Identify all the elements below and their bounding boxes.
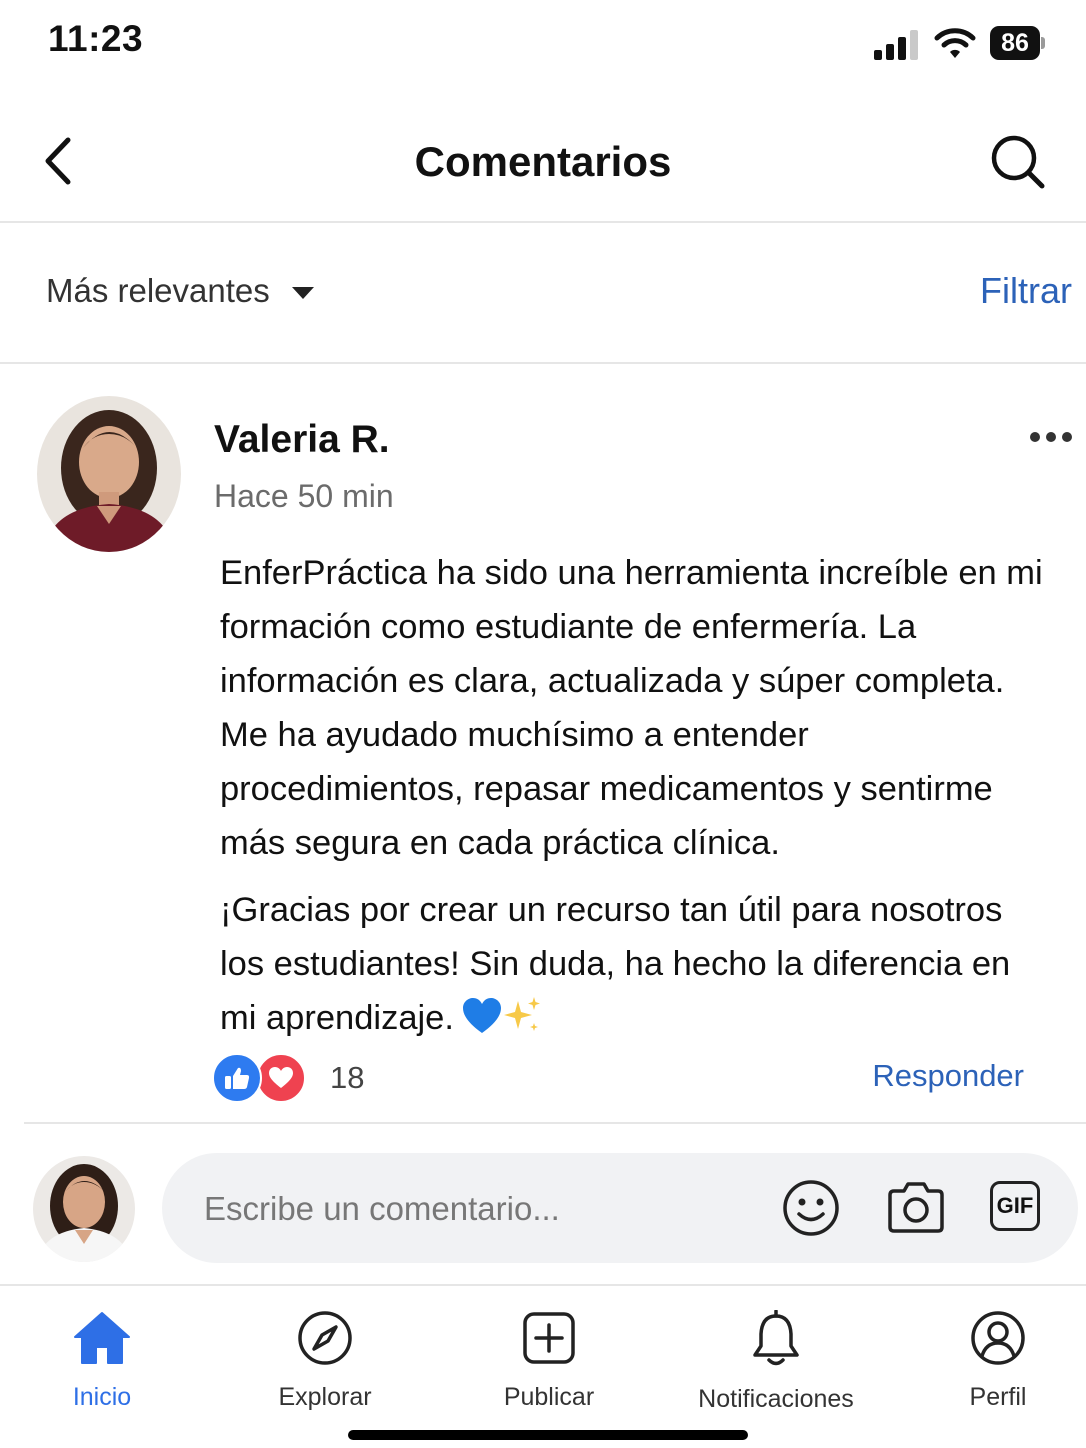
- author-avatar[interactable]: [37, 396, 181, 552]
- comment-body-paragraph-1: EnferPráctica ha sido una herramienta in…: [220, 554, 1043, 862]
- cellular-signal-icon: [874, 30, 918, 60]
- reply-button[interactable]: Responder: [872, 1058, 1024, 1094]
- page-title: Comentarios: [414, 138, 672, 185]
- compass-icon: [298, 1311, 352, 1365]
- filter-button[interactable]: Filtrar: [980, 270, 1072, 312]
- add-post-icon: [523, 1312, 575, 1364]
- like-reaction-icon: [212, 1053, 262, 1103]
- search-icon[interactable]: [990, 134, 1046, 190]
- reactions-summary[interactable]: 18: [212, 1053, 364, 1103]
- sort-divider: [0, 362, 1086, 364]
- tab-explorar[interactable]: Explorar: [225, 1310, 425, 1412]
- tab-label: Inicio: [72, 1383, 132, 1411]
- home-icon: [74, 1312, 130, 1364]
- profile-icon: [971, 1311, 1025, 1365]
- comment-timestamp: Hace 50 min: [214, 478, 394, 514]
- sort-label: Más relevantes: [46, 272, 270, 309]
- caret-down-icon: [291, 287, 314, 299]
- status-time: 11:23: [48, 18, 144, 59]
- tab-label: Publicar: [503, 1383, 595, 1411]
- sort-dropdown[interactable]: Más relevantes: [46, 272, 314, 310]
- tab-label: Explorar: [278, 1383, 372, 1411]
- comment-input[interactable]: [202, 1153, 766, 1265]
- comment-body-paragraph-2-text: ¡Gracias por crear un recurso tan útil p…: [220, 891, 1011, 1037]
- tab-label: Perfil: [969, 1383, 1027, 1411]
- comment-divider: [24, 1122, 1086, 1124]
- tab-inicio[interactable]: Inicio: [2, 1310, 202, 1412]
- tab-notificaciones[interactable]: Notificaciones: [676, 1309, 876, 1414]
- sparkles-emoji-icon: [503, 997, 540, 1031]
- current-user-avatar: [33, 1156, 135, 1262]
- comment-composer: GIF: [162, 1153, 1078, 1265]
- blue-heart-emoji-icon: [462, 998, 501, 1033]
- love-reaction-icon: [256, 1053, 306, 1103]
- tab-publicar[interactable]: Publicar: [449, 1310, 649, 1412]
- tabbar-divider: [0, 1284, 1086, 1286]
- tab-perfil[interactable]: Perfil: [898, 1310, 1086, 1412]
- header-divider: [0, 221, 1086, 223]
- battery-icon: 86: [990, 26, 1046, 60]
- comment-author[interactable]: Valeria R.: [214, 418, 390, 462]
- home-indicator: [348, 1430, 748, 1440]
- tab-label: Notificaciones: [698, 1385, 854, 1413]
- battery-level: 86: [1001, 29, 1029, 57]
- more-options-icon[interactable]: [1030, 432, 1072, 442]
- comment-body-paragraph-2: ¡Gracias por crear un recurso tan útil p…: [220, 883, 1050, 1045]
- camera-icon[interactable]: [886, 1179, 946, 1235]
- wifi-icon: [934, 28, 976, 58]
- reaction-count: 18: [330, 1060, 365, 1095]
- gif-button[interactable]: GIF: [990, 1181, 1040, 1231]
- emoji-icon[interactable]: [782, 1179, 840, 1237]
- bell-icon: [753, 1309, 799, 1366]
